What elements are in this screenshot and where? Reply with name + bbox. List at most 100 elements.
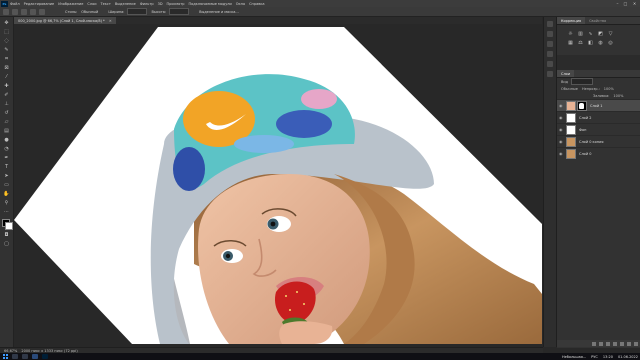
layer-row[interactable]: ◉ Слой 1 (557, 99, 640, 111)
quick-mask-icon[interactable]: ◘ (3, 231, 10, 238)
swatches-panel-icon[interactable] (547, 41, 553, 47)
paragraph-panel-icon[interactable] (547, 71, 553, 77)
healing-brush-tool-icon[interactable]: ✚ (3, 82, 10, 89)
menu-filter[interactable]: Фильтр (140, 2, 154, 6)
color-swatches[interactable] (2, 219, 13, 230)
menu-edit[interactable]: Редактирование (24, 2, 55, 6)
new-layer-icon[interactable] (627, 341, 631, 346)
pen-tool-icon[interactable]: ✒ (3, 154, 10, 161)
opacity-value[interactable]: 100% (604, 87, 614, 91)
subtract-selection-icon[interactable] (39, 8, 45, 15)
history-brush-tool-icon[interactable]: ↺ (3, 109, 10, 116)
menu-image[interactable]: Изображение (58, 2, 83, 6)
home-icon[interactable] (3, 8, 9, 15)
delete-layer-icon[interactable] (634, 341, 638, 346)
photo-filter-icon[interactable]: ◍ (597, 40, 604, 46)
add-mask-icon[interactable] (606, 341, 610, 346)
close-window-button[interactable]: ✕ (631, 0, 638, 7)
zoom-tool-icon[interactable]: ⚲ (3, 199, 10, 206)
layer-row[interactable]: ◉ Слой 2 (557, 111, 640, 123)
frame-tool-icon[interactable]: ⊠ (3, 64, 10, 71)
visibility-eye-icon[interactable]: ◉ (559, 103, 564, 108)
dodge-tool-icon[interactable]: ◔ (3, 145, 10, 152)
menu-view[interactable]: Просмотр (167, 2, 185, 6)
marquee-tool-icon[interactable]: ⬚ (3, 28, 10, 35)
type-tool-icon[interactable]: T (3, 163, 10, 170)
layer-style-icon[interactable] (599, 341, 603, 346)
black-white-icon[interactable]: ◧ (587, 40, 594, 46)
layer-row[interactable]: ◉ Слой 0 копия (557, 135, 640, 147)
exposure-icon[interactable]: ◩ (597, 31, 604, 37)
group-icon[interactable] (620, 341, 624, 346)
layer-row[interactable]: ◉ Слой 0 (557, 147, 640, 159)
stamp-tool-icon[interactable]: ⊥ (3, 100, 10, 107)
brush-tool-icon[interactable]: ✐ (3, 91, 10, 98)
photoshop-taskbar-icon[interactable] (42, 354, 48, 359)
fill-value[interactable]: 100% (613, 94, 623, 98)
windows-start-icon[interactable] (3, 354, 8, 359)
eraser-tool-icon[interactable]: ▱ (3, 118, 10, 125)
gradient-tool-icon[interactable]: ▤ (3, 127, 10, 134)
more-tools-icon[interactable]: ⋯ (3, 208, 10, 215)
channel-mixer-icon[interactable]: ◎ (607, 40, 614, 46)
select-and-mask-button[interactable]: Выделение и маска... (199, 10, 239, 14)
clock-date[interactable]: 01.06.2022 (618, 355, 638, 359)
background-color-swatch[interactable] (5, 222, 13, 230)
hue-saturation-icon[interactable]: ▦ (567, 40, 574, 46)
rectangle-tool-icon[interactable]: ▭ (3, 181, 10, 188)
visibility-eye-icon[interactable]: ◉ (559, 139, 564, 144)
weather-widget[interactable]: Небольшая... (562, 355, 586, 359)
visibility-eye-icon[interactable]: ◉ (559, 151, 564, 156)
maximize-button[interactable]: □ (622, 0, 629, 7)
width-field[interactable] (127, 8, 148, 15)
new-selection-icon[interactable] (21, 8, 27, 15)
minimize-button[interactable]: – (614, 0, 621, 7)
layer-mask-thumbnail[interactable] (577, 100, 587, 111)
tab-adjustments[interactable]: Коррекция (557, 17, 586, 24)
photoshop-logo-icon[interactable]: Ps (1, 0, 8, 7)
menu-type[interactable]: Текст (101, 2, 111, 6)
tab-layers[interactable]: Слои (557, 70, 575, 77)
crop-tool-icon[interactable]: ⌗ (3, 55, 10, 62)
layer-kind-filter[interactable] (571, 78, 594, 85)
color-panel-icon[interactable] (547, 31, 553, 37)
brush-panel-icon[interactable] (547, 51, 553, 57)
visibility-eye-icon[interactable]: ◉ (559, 127, 564, 132)
menu-layers[interactable]: Слои (87, 2, 96, 6)
add-selection-icon[interactable] (30, 8, 36, 15)
hand-tool-icon[interactable]: ✋ (3, 190, 10, 197)
adjustment-layer-icon[interactable] (613, 341, 617, 346)
marquee-tool-preset-icon[interactable] (12, 8, 18, 15)
language-indicator[interactable]: РУС (591, 355, 598, 359)
character-panel-icon[interactable] (547, 61, 553, 67)
levels-icon[interactable]: ▥ (577, 31, 584, 37)
menu-help[interactable]: Справка (249, 2, 264, 6)
menu-window[interactable]: Окно (236, 2, 245, 6)
menu-select[interactable]: Выделение (115, 2, 136, 6)
style-dropdown[interactable]: Обычный (81, 10, 98, 14)
move-tool-icon[interactable]: ✥ (3, 19, 10, 26)
clock-time[interactable]: 13:20 (603, 355, 613, 359)
layer-row[interactable]: ◉ Фон (557, 123, 640, 135)
menu-file[interactable]: Файл (10, 2, 20, 6)
vibrance-icon[interactable]: ▽ (607, 31, 614, 37)
curves-icon[interactable]: ∿ (587, 31, 594, 37)
path-select-tool-icon[interactable]: ➤ (3, 172, 10, 179)
eyedropper-tool-icon[interactable]: ⁄ (3, 73, 10, 80)
blend-mode-dropdown[interactable]: Обычные (561, 87, 578, 91)
height-field[interactable] (169, 8, 190, 15)
history-panel-icon[interactable] (547, 21, 553, 27)
brightness-contrast-icon[interactable]: ☼ (567, 31, 574, 37)
color-balance-icon[interactable]: ⚖ (577, 40, 584, 46)
task-view-icon[interactable] (22, 354, 28, 359)
close-tab-icon[interactable]: ✕ (109, 19, 112, 23)
document-canvas[interactable] (14, 24, 542, 344)
menu-3d[interactable]: 3D (158, 2, 163, 6)
visibility-eye-icon[interactable]: ◉ (559, 115, 564, 120)
search-icon[interactable] (12, 354, 18, 359)
explorer-taskbar-icon[interactable] (32, 354, 38, 359)
document-tab[interactable]: 000_2000.jpg @ 66,7% (Слой 1, Слой-маска… (14, 17, 116, 24)
blur-tool-icon[interactable]: ● (3, 136, 10, 143)
quick-select-tool-icon[interactable]: ✎ (3, 46, 10, 53)
screen-mode-icon[interactable]: ▢ (3, 240, 10, 247)
